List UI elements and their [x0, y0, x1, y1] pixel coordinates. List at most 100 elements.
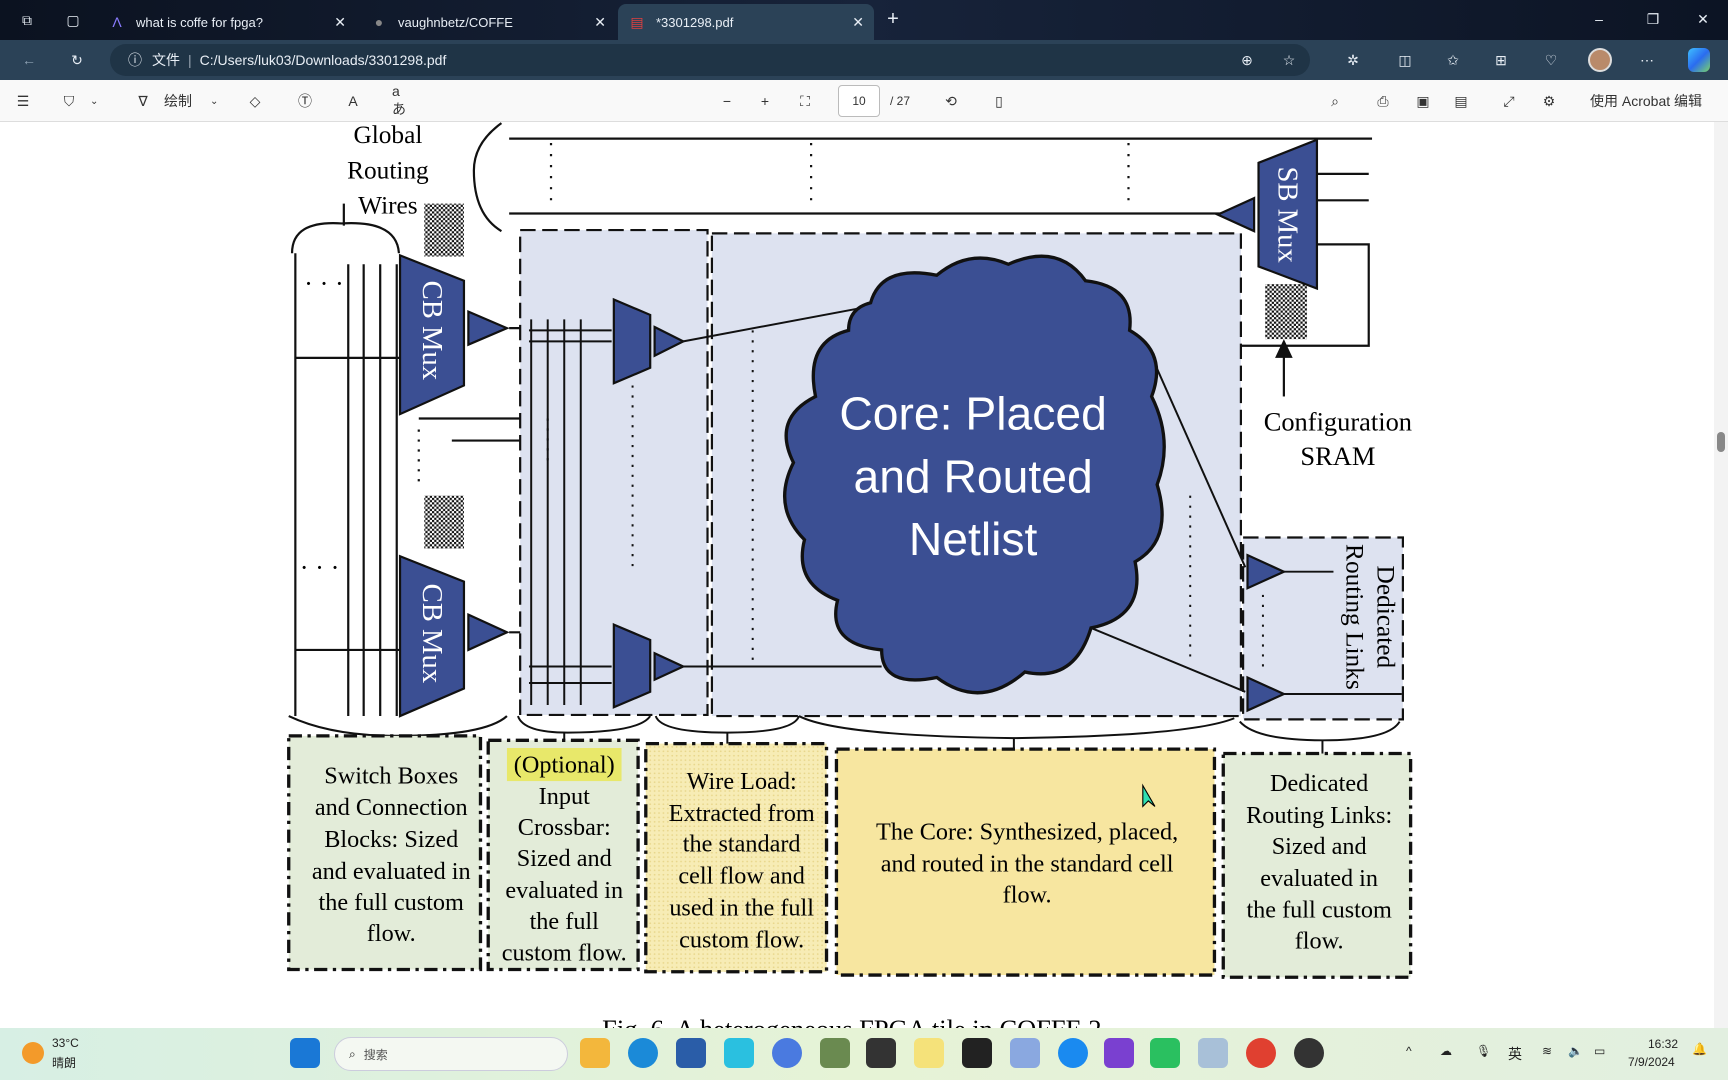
svg-text:and Connection: and Connection [315, 794, 468, 821]
collections-icon[interactable]: ⊞ [1492, 51, 1510, 69]
save-icon[interactable]: ▣ [1414, 90, 1432, 112]
weather-icon[interactable] [22, 1042, 44, 1064]
eraser-icon[interactable]: ◇ [246, 90, 264, 112]
telegram-icon[interactable] [1058, 1038, 1088, 1068]
close-tab-icon[interactable]: ✕ [594, 14, 606, 31]
obs-icon[interactable] [1294, 1038, 1324, 1068]
draw-dropdown-icon[interactable]: ⌄ [210, 90, 218, 112]
zoom-in-icon[interactable]: + [756, 90, 774, 112]
close-tab-icon[interactable]: ✕ [334, 14, 346, 31]
notification-bell-icon[interactable]: 🔔 [1692, 1042, 1707, 1056]
svg-text:CB Mux: CB Mux [416, 584, 448, 683]
app-icon[interactable] [914, 1038, 944, 1068]
app-icon[interactable] [1150, 1038, 1180, 1068]
tab-pdf[interactable]: ▤ *3301298.pdf ✕ [618, 4, 874, 40]
github-icon: ● [374, 14, 384, 30]
wifi-icon[interactable]: ≋ [1542, 1044, 1552, 1058]
clock-date[interactable]: 7/9/2024 [1628, 1055, 1675, 1069]
save-as-icon[interactable]: ▤ [1452, 90, 1470, 112]
address-bar[interactable]: ⓘ 文件 | C:/Users/luk03/Downloads/3301298.… [110, 44, 1310, 76]
page-view-icon[interactable]: ▯ [990, 90, 1008, 112]
sram-block [424, 495, 464, 549]
contents-icon[interactable]: ☰ [14, 90, 32, 112]
svg-text:· · ·: · · · [304, 268, 344, 298]
profile-avatar[interactable] [1588, 48, 1612, 72]
svg-text:Sized and: Sized and [1272, 833, 1367, 860]
workspaces-icon[interactable]: ⧉ [18, 11, 36, 29]
split-screen-icon[interactable]: ◫ [1396, 51, 1414, 69]
translate-icon[interactable]: aあ [392, 83, 410, 117]
edge-icon[interactable] [628, 1038, 658, 1068]
extensions-icon[interactable]: ✲ [1344, 51, 1362, 69]
draw-icon[interactable]: ∇ [134, 90, 152, 112]
tray-expand-icon[interactable]: ^ [1406, 1044, 1412, 1058]
tab-github-coffe[interactable]: ● vaughnbetz/COFFE ✕ [360, 4, 616, 40]
close-tab-icon[interactable]: ✕ [852, 14, 864, 31]
highlight-dropdown-icon[interactable]: ⌄ [90, 90, 98, 112]
tab-coffe-question[interactable]: Ʌwhat is coffe for fpga? ✕ [98, 4, 356, 40]
configuration-sram-label: Configuration SRAM [1264, 407, 1412, 471]
app-icon[interactable] [1198, 1038, 1228, 1068]
svg-text:evaluated in: evaluated in [505, 877, 623, 904]
app-icon[interactable] [1104, 1038, 1134, 1068]
restore-icon[interactable]: ❐ [1644, 10, 1662, 28]
svg-text:flow.: flow. [367, 920, 416, 947]
refresh-icon[interactable]: ↻ [68, 51, 86, 69]
print-icon[interactable]: ⎙ [1374, 90, 1392, 112]
svg-text:and Routed: and Routed [853, 450, 1092, 502]
fullscreen-icon[interactable]: ⤢ [1500, 90, 1518, 112]
ime-indicator[interactable]: 英 [1508, 1044, 1522, 1064]
favorites-icon[interactable]: ✩ [1444, 51, 1462, 69]
new-tab-icon[interactable]: + [884, 8, 902, 30]
scrollbar-thumb[interactable] [1717, 432, 1725, 452]
terminal-icon[interactable] [866, 1038, 896, 1068]
microphone-icon[interactable]: 🎙 [1476, 1044, 1491, 1058]
minimize-icon[interactable]: – [1590, 10, 1608, 28]
battery-icon[interactable]: ▭ [1594, 1044, 1605, 1058]
draw-button[interactable]: 绘制 [164, 90, 192, 112]
highlight-icon[interactable]: ⛉ [60, 90, 78, 112]
browser-essentials-icon[interactable]: ♡ [1542, 51, 1560, 69]
edit-with-acrobat-button[interactable]: 使用 Acrobat 编辑 [1590, 90, 1702, 112]
app-icon[interactable] [1010, 1038, 1040, 1068]
close-window-icon[interactable]: ✕ [1694, 10, 1712, 28]
start-button[interactable] [290, 1038, 320, 1068]
file-explorer-icon[interactable] [580, 1038, 610, 1068]
favorite-star-icon[interactable]: ☆ [1280, 51, 1298, 69]
copilot-icon[interactable] [1688, 48, 1710, 72]
svg-text:Crossbar:: Crossbar: [518, 814, 611, 841]
figure-caption: Fig. 6. A heterogeneous FPGA tile in COF… [602, 1014, 1101, 1028]
text-box-icon[interactable]: Ⓣ [296, 90, 314, 112]
info-icon[interactable]: ⓘ [126, 51, 144, 69]
svg-text:Extracted from: Extracted from [669, 800, 815, 827]
fit-page-icon[interactable]: ⛶ [796, 90, 814, 112]
read-aloud-icon[interactable]: A [344, 90, 362, 112]
url-text[interactable]: C:/Users/luk03/Downloads/3301298.pdf [200, 52, 447, 68]
zoom-icon[interactable]: ⊕ [1238, 51, 1256, 69]
chrome-icon[interactable] [1246, 1038, 1276, 1068]
clock-time[interactable]: 16:32 [1648, 1037, 1678, 1051]
svg-text:custom flow.: custom flow. [679, 926, 804, 953]
tab-bar: ⧉ ▢ Ʌwhat is coffe for fpga? ✕ ● vaughnbet… [0, 0, 1728, 40]
store-icon[interactable] [676, 1038, 706, 1068]
more-icon[interactable]: ⋯ [1638, 51, 1656, 69]
find-icon[interactable]: ⌕ [1326, 90, 1344, 112]
zoom-out-icon[interactable]: − [718, 90, 736, 112]
app-icon[interactable] [772, 1038, 802, 1068]
taskbar-search[interactable]: ⌕ 搜索 [334, 1037, 568, 1071]
volume-icon[interactable]: 🔈 [1568, 1044, 1583, 1058]
back-icon[interactable]: ← [20, 51, 38, 69]
app-icon[interactable] [962, 1038, 992, 1068]
vertical-scrollbar[interactable] [1714, 122, 1728, 1028]
app-icon[interactable] [820, 1038, 850, 1068]
settings-gear-icon[interactable]: ⚙ [1540, 90, 1558, 112]
tab-actions-icon[interactable]: ▢ [64, 11, 82, 29]
app-icon[interactable] [724, 1038, 754, 1068]
crossbar-mux [612, 297, 652, 385]
sram-block [1265, 284, 1308, 340]
network-icon[interactable]: ☁ [1440, 1044, 1452, 1058]
svg-text:Input: Input [539, 783, 590, 810]
rotate-icon[interactable]: ⟲ [942, 90, 960, 112]
cb-mux-top: CB Mux [398, 253, 510, 416]
page-number-input[interactable]: 10 [838, 85, 880, 117]
